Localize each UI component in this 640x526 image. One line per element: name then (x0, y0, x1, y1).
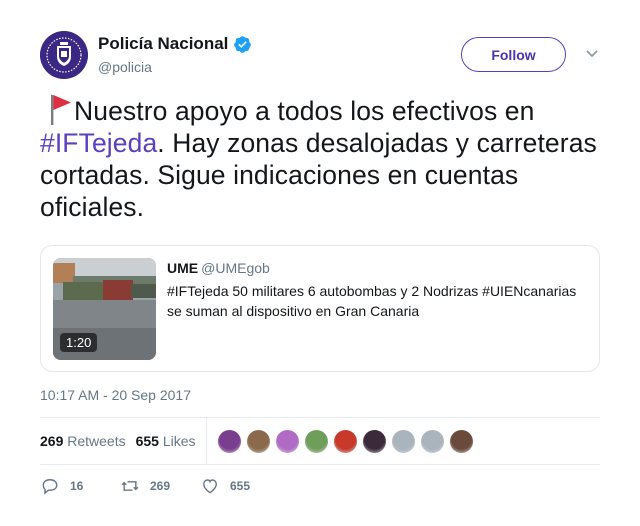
liker-avatar[interactable] (449, 429, 474, 454)
verified-badge-icon (234, 35, 252, 53)
liker-avatar[interactable] (217, 429, 242, 454)
red-flag-icon (51, 95, 71, 125)
hashtag-link[interactable]: #IFTejeda (40, 128, 157, 158)
user-avatar[interactable] (40, 31, 88, 79)
quoted-tweet-text: #IFTejeda 50 militares 6 autobombas y 2 … (167, 283, 577, 319)
video-thumbnail[interactable]: 1:20 (53, 258, 156, 360)
like-button[interactable]: 655 (200, 476, 250, 496)
user-handle[interactable]: @policia (98, 59, 152, 75)
tweet-header: Policía Nacional @policia Follow (40, 31, 600, 79)
likes-stat[interactable]: 655 Likes (136, 433, 196, 449)
liker-avatar[interactable] (246, 429, 271, 454)
liker-avatar[interactable] (275, 429, 300, 454)
police-shield-emblem-icon (40, 31, 88, 79)
engagement-stats: 269 Retweets 655 Likes (40, 417, 600, 465)
retweet-count: 269 (150, 479, 171, 493)
tweet-actions: 16 269 655 (40, 476, 340, 498)
retweet-button[interactable]: 269 (120, 476, 170, 496)
liker-avatar[interactable] (420, 429, 445, 454)
reply-icon (42, 479, 58, 495)
likes-count: 655 (135, 433, 159, 449)
quoted-author-name[interactable]: UME (167, 260, 198, 276)
display-name[interactable]: Policía Nacional (98, 34, 228, 54)
liker-avatar[interactable] (333, 429, 358, 454)
quoted-author-handle[interactable]: @UMEgob (201, 260, 270, 276)
stats-divider (206, 418, 207, 465)
retweet-icon (121, 481, 139, 491)
tweet-text: Nuestro apoyo a todos los efectivos en #… (40, 92, 600, 223)
like-count: 655 (230, 479, 251, 493)
likes-label: Likes (162, 433, 196, 449)
video-duration: 1:20 (60, 333, 98, 352)
liker-avatar[interactable] (304, 429, 329, 454)
chevron-down-icon[interactable] (585, 46, 599, 60)
tweet-text-part: Nuestro apoyo a todos los efectivos en (74, 96, 535, 126)
tweet-timestamp[interactable]: 10:17 AM - 20 Sep 2017 (40, 387, 191, 403)
heart-icon (203, 479, 217, 494)
liker-avatar[interactable] (362, 429, 387, 454)
quoted-author: UME @UMEgob (167, 260, 270, 276)
reply-button[interactable]: 16 (40, 476, 83, 496)
follow-button[interactable]: Follow (461, 37, 566, 72)
retweets-label: Retweets (67, 433, 126, 449)
liker-avatar[interactable] (391, 429, 416, 454)
retweets-count: 269 (40, 433, 64, 449)
quoted-tweet-card[interactable]: 1:20 UME @UMEgob #IFTejeda 50 militares 6… (40, 245, 600, 372)
reply-count: 16 (70, 479, 84, 493)
liker-avatars (217, 429, 478, 454)
retweets-stat[interactable]: 269 Retweets (40, 433, 126, 449)
